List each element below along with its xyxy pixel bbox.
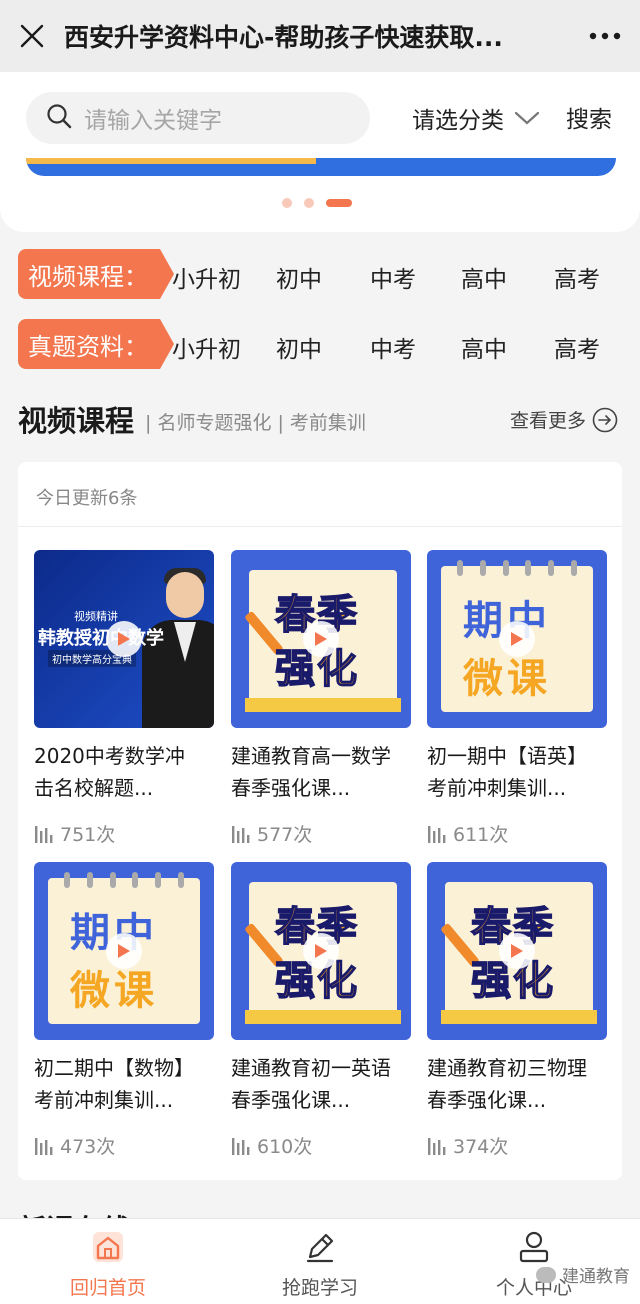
search-input[interactable]: 请输入关键字 xyxy=(26,92,370,144)
thumb-caption: 韩教授初中数学 xyxy=(38,628,164,649)
carousel-dot[interactable] xyxy=(304,198,314,208)
course-name: 初一期中【语英】 考前冲刺集训... xyxy=(427,744,587,800)
search-placeholder: 请输入关键字 xyxy=(84,108,222,134)
bar-chart-icon xyxy=(428,825,446,843)
course-name: 2020中考数学冲 击名校解题... xyxy=(34,744,185,800)
carousel-dot[interactable] xyxy=(282,198,292,208)
course-thumbnail[interactable]: 期中 微课 xyxy=(427,550,607,728)
chat-bubble-icon xyxy=(536,1266,556,1283)
nav-study[interactable]: 抢跑学习 xyxy=(250,1229,390,1300)
play-icon[interactable] xyxy=(106,621,142,657)
category-tag: 视频课程： xyxy=(18,249,174,299)
course-name: 建通教育高一数学 春季强化课... xyxy=(231,744,391,800)
bar-chart-icon xyxy=(35,1137,53,1155)
course-item[interactable]: 春季 强化 建通教育初一英语 春季强化课... 610次 xyxy=(231,862,411,1159)
view-count: 610次 xyxy=(231,1132,411,1159)
category-item[interactable]: 高考 xyxy=(554,330,600,364)
category-label: 请选分类 xyxy=(412,108,504,134)
page-title: 西安升学资料中心-帮助孩子快速获取... xyxy=(64,23,503,52)
view-count: 473次 xyxy=(34,1132,214,1159)
close-icon[interactable] xyxy=(0,0,64,72)
category-item[interactable]: 高中 xyxy=(461,260,507,294)
more-options-icon[interactable] xyxy=(570,0,640,72)
search-icon xyxy=(46,103,72,133)
course-item[interactable]: 期中 微课 初二期中【数物】 考前冲刺集训... 473次 xyxy=(34,862,214,1159)
section-subtitle: | 名师专题强化 | 考前集训 xyxy=(145,412,366,434)
play-icon[interactable] xyxy=(106,933,142,969)
nav-label: 回归首页 xyxy=(69,1277,146,1299)
see-more-label: 查看更多 xyxy=(510,410,587,432)
watermark-text: 建通教育 xyxy=(562,1267,630,1287)
section-title: 视频课程 xyxy=(18,404,135,438)
course-thumbnail[interactable]: 期中 微课 xyxy=(34,862,214,1040)
course-thumbnail[interactable]: 春季 强化 xyxy=(427,862,607,1040)
category-item[interactable]: 中考 xyxy=(370,330,416,364)
play-icon[interactable] xyxy=(303,621,339,657)
course-thumbnail[interactable]: 春季 强化 xyxy=(231,862,411,1040)
nav-home[interactable]: 回归首页 xyxy=(38,1229,178,1300)
category-tag: 真题资料： xyxy=(18,319,174,369)
course-thumbnail[interactable]: 视频精讲 韩教授初中数学 初中数学高分宝典 xyxy=(34,550,214,728)
bar-chart-icon xyxy=(232,1137,250,1155)
bar-chart-icon xyxy=(35,825,53,843)
course-name: 初二期中【数物】 考前冲刺集训... xyxy=(34,1056,194,1112)
thumb-caption: 视频精讲 xyxy=(74,610,118,623)
category-item[interactable]: 小升初 xyxy=(172,260,241,294)
category-item[interactable]: 初中 xyxy=(276,260,322,294)
bottom-nav: 回归首页 抢跑学习 个人中心 xyxy=(0,1218,640,1304)
top-bar: 西安升学资料中心-帮助孩子快速获取... xyxy=(0,0,640,72)
category-item[interactable]: 初中 xyxy=(276,330,322,364)
exam-material-category-row: 真题资料： 小升初 初中 中考 高中 高考 xyxy=(18,318,628,370)
carousel-dot-active[interactable] xyxy=(326,199,352,207)
divider xyxy=(18,526,622,527)
category-item[interactable]: 高考 xyxy=(554,260,600,294)
view-count: 611次 xyxy=(427,820,607,847)
thumb-caption: 微课 xyxy=(70,968,158,1014)
view-count: 577次 xyxy=(231,820,411,847)
user-icon xyxy=(519,1231,549,1263)
category-dropdown[interactable]: 请选分类 xyxy=(412,100,540,136)
watermark: 建通教育 xyxy=(536,1262,630,1287)
search-card: 请输入关键字 请选分类 搜索 xyxy=(0,72,640,232)
carousel-indicator xyxy=(282,198,352,208)
bar-chart-icon xyxy=(428,1137,446,1155)
nav-label: 抢跑学习 xyxy=(281,1277,358,1299)
see-more-link[interactable]: 查看更多 xyxy=(510,406,618,433)
search-button[interactable]: 搜索 xyxy=(566,100,612,134)
play-icon[interactable] xyxy=(499,933,535,969)
arrow-right-circle-icon xyxy=(592,407,618,432)
video-course-category-row: 视频课程： 小升初 初中 中考 高中 高考 xyxy=(18,248,628,300)
thumb-caption: 微课 xyxy=(463,656,551,702)
play-icon[interactable] xyxy=(499,621,535,657)
update-count: 今日更新6条 xyxy=(36,488,138,509)
view-count: 751次 xyxy=(34,820,214,847)
course-name: 建通教育初一英语 春季强化课... xyxy=(231,1056,391,1112)
course-item[interactable]: 视频精讲 韩教授初中数学 初中数学高分宝典 2020中考数学冲 击名校解题... … xyxy=(34,550,214,847)
category-item[interactable]: 中考 xyxy=(370,260,416,294)
course-thumbnail[interactable]: 春季 强化 xyxy=(231,550,411,728)
home-icon xyxy=(93,1232,123,1262)
course-item[interactable]: 春季 强化 建通教育初三物理 春季强化课... 374次 xyxy=(427,862,607,1159)
category-item[interactable]: 高中 xyxy=(461,330,507,364)
view-count: 374次 xyxy=(427,1132,607,1159)
category-item[interactable]: 小升初 xyxy=(172,330,241,364)
course-name: 建通教育初三物理 春季强化课... xyxy=(427,1056,587,1112)
bar-chart-icon xyxy=(232,825,250,843)
course-card: 今日更新6条 视频精讲 韩教授初中数学 初中数学高分宝典 2020中考数学冲 击名… xyxy=(18,462,622,1180)
chevron-down-icon xyxy=(514,111,540,125)
banner-carousel[interactable] xyxy=(26,158,616,176)
course-item[interactable]: 期中 微课 初一期中【语英】 考前冲刺集训... 611次 xyxy=(427,550,607,847)
play-icon[interactable] xyxy=(303,933,339,969)
course-item[interactable]: 春季 强化 建通教育高一数学 春季强化课... 577次 xyxy=(231,550,411,847)
pencil-icon xyxy=(306,1233,334,1263)
